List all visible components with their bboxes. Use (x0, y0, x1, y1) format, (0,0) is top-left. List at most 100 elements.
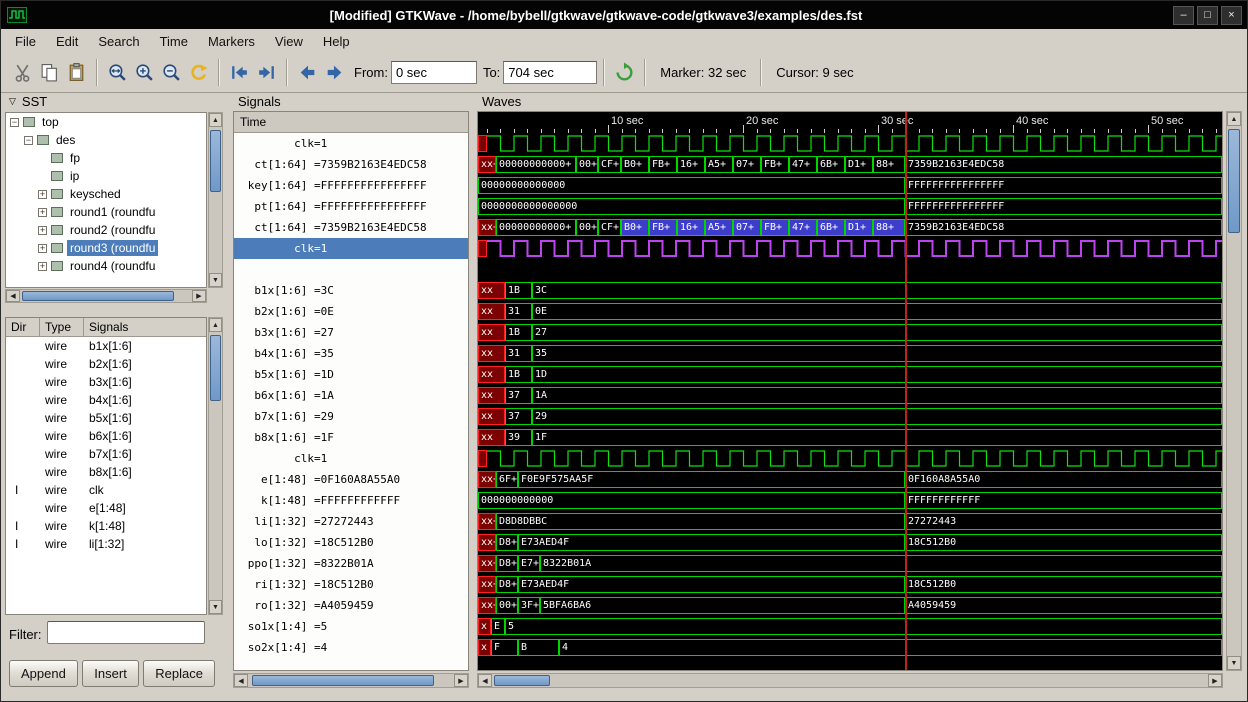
trace-label-lo-1-32[interactable]: lo[1:32] =18C512B0 (234, 532, 468, 553)
table-row-b2x-1-6[interactable]: wireb2x[1:6] (6, 355, 206, 373)
scroll-right-icon[interactable]: ▶ (454, 674, 468, 687)
wave-value-segment[interactable]: 1A (532, 387, 1222, 404)
wave-value-segment[interactable]: 00000000000000 (478, 177, 905, 194)
scroll-right-icon[interactable]: ▶ (192, 290, 206, 302)
column-header-type[interactable]: Type (40, 318, 84, 336)
copy-icon[interactable] (36, 59, 63, 86)
go-first-icon[interactable] (226, 59, 253, 86)
wave-value-segment[interactable]: x (478, 618, 491, 635)
trace-label-clk[interactable]: clk=1 (234, 448, 468, 469)
wave-value-segment[interactable]: xx+ (478, 597, 496, 614)
trace-label-b2x-1-6[interactable]: b2x[1:6] =0E (234, 301, 468, 322)
wave-value-segment[interactable]: xx (478, 303, 505, 320)
wave-value-segment[interactable]: 7359B2163E4EDC58 (905, 219, 1222, 236)
wave-value-segment[interactable]: E (491, 618, 505, 635)
wave-value-segment[interactable]: E73AED4F (518, 576, 905, 593)
wave-value-segment[interactable]: FFFFFFFFFFFF (905, 492, 1222, 509)
wave-value-segment[interactable]: A5+ (705, 156, 733, 173)
menu-view[interactable]: View (265, 31, 313, 52)
go-back-icon[interactable] (294, 59, 321, 86)
trace-wave-blank[interactable] (478, 259, 1222, 280)
wave-value-segment[interactable]: 6B+ (817, 219, 845, 236)
wave-value-segment[interactable]: D1+ (845, 156, 873, 173)
wave-value-segment[interactable]: 1F (532, 429, 1222, 446)
sst-tree-item-round2-roundfu[interactable]: +round2 (roundfu (6, 221, 206, 239)
wave-value-segment[interactable]: B0+ (621, 156, 649, 173)
table-row-b8x-1-6[interactable]: wireb8x[1:6] (6, 463, 206, 481)
trace-wave-b3x[interactable]: xx1B27 (478, 322, 1222, 343)
minimize-button[interactable]: – (1173, 6, 1194, 25)
wave-value-segment[interactable]: D8+ (496, 576, 518, 593)
waves-panel[interactable]: 10 sec20 sec30 sec40 sec50 sec xx+000000… (477, 111, 1223, 671)
scrollbar-track[interactable] (209, 332, 222, 600)
scroll-up-icon[interactable]: ▲ (1227, 112, 1241, 126)
collapse-icon[interactable]: − (10, 118, 19, 127)
scroll-down-icon[interactable]: ▼ (1227, 656, 1241, 670)
sst-tree-item-top[interactable]: −top (6, 113, 206, 131)
table-row-b7x-1-6[interactable]: wireb7x[1:6] (6, 445, 206, 463)
wave-value-segment[interactable]: F0E9F575AA5F (518, 471, 905, 488)
trace-wave-b2x[interactable]: xx310E (478, 301, 1222, 322)
wave-value-segment[interactable]: xx+ (478, 513, 496, 530)
trace-wave-clk[interactable] (478, 238, 1222, 259)
wave-value-segment[interactable]: 4 (559, 639, 1222, 656)
zoom-undo-icon[interactable] (185, 59, 212, 86)
wave-value-segment[interactable]: 35 (532, 345, 1222, 362)
go-forward-icon[interactable] (321, 59, 348, 86)
trace-label-k-1-48[interactable]: k[1:48] =FFFFFFFFFFFF (234, 490, 468, 511)
scrollbar-track[interactable] (1227, 126, 1241, 656)
sst-tree-horizontal-scrollbar[interactable]: ◀ ▶ (5, 289, 207, 303)
trace-wave-pt[interactable]: 0000000000000000FFFFFFFFFFFFFFFF (478, 196, 1222, 217)
sst-tree-item-keysched[interactable]: +keysched (6, 185, 206, 203)
wave-value-segment[interactable]: FB+ (761, 219, 789, 236)
wave-value-segment[interactable]: xx (478, 408, 505, 425)
trace-label-ct-1-64[interactable]: ct[1:64] =7359B2163E4EDC58 (234, 217, 468, 238)
wave-value-segment[interactable]: 39 (505, 429, 532, 446)
wave-value-segment[interactable]: 6F+ (496, 471, 518, 488)
wave-value-segment[interactable]: 0000000000000000 (478, 198, 905, 215)
trace-wave-li[interactable]: xx+D8D8DBBC27272443 (478, 511, 1222, 532)
trace-wave-b5x[interactable]: xx1B1D (478, 364, 1222, 385)
paste-icon[interactable] (63, 59, 90, 86)
filter-input[interactable] (47, 621, 205, 644)
trace-label-b4x-1-6[interactable]: b4x[1:6] =35 (234, 343, 468, 364)
expand-icon[interactable]: + (38, 226, 47, 235)
table-row-k-1-48[interactable]: Iwirek[1:48] (6, 517, 206, 535)
table-row-b6x-1-6[interactable]: wireb6x[1:6] (6, 427, 206, 445)
sst-tree-item-round4-roundfu[interactable]: +round4 (roundfu (6, 257, 206, 275)
wave-value-segment[interactable]: E7+ (518, 555, 540, 572)
trace-wave-b6x[interactable]: xx371A (478, 385, 1222, 406)
menu-edit[interactable]: Edit (46, 31, 88, 52)
menu-search[interactable]: Search (88, 31, 149, 52)
wave-value-segment[interactable]: B (518, 639, 559, 656)
scroll-up-icon[interactable]: ▲ (209, 113, 222, 127)
trace-wave-k[interactable]: 000000000000FFFFFFFFFFFF (478, 490, 1222, 511)
wave-value-segment[interactable]: FB+ (649, 219, 677, 236)
wave-value-segment[interactable]: 1B (505, 282, 532, 299)
signals-horizontal-scrollbar[interactable]: ◀ ▶ (233, 673, 469, 688)
trace-label-li-1-32[interactable]: li[1:32] =27272443 (234, 511, 468, 532)
trace-label-b1x-1-6[interactable]: b1x[1:6] =3C (234, 280, 468, 301)
wave-value-segment[interactable]: 6B+ (817, 156, 845, 173)
wave-value-segment[interactable]: x (478, 639, 491, 656)
wave-value-segment[interactable]: FB+ (649, 156, 677, 173)
trace-label-b3x-1-6[interactable]: b3x[1:6] =27 (234, 322, 468, 343)
wave-value-segment[interactable]: xx (478, 387, 505, 404)
wave-value-segment[interactable]: 07+ (733, 219, 761, 236)
wave-value-segment[interactable]: xx+ (478, 156, 496, 173)
wave-value-segment[interactable]: D1+ (845, 219, 873, 236)
wave-value-segment[interactable]: 00000000000+ (496, 156, 576, 173)
scrollbar-thumb[interactable] (22, 291, 174, 301)
wave-value-segment[interactable]: xx (478, 345, 505, 362)
sst-tree-item-round1-roundfu[interactable]: +round1 (roundfu (6, 203, 206, 221)
scroll-left-icon[interactable]: ◀ (6, 290, 20, 302)
cut-icon[interactable] (9, 59, 36, 86)
wave-value-segment[interactable]: xx (478, 429, 505, 446)
wave-value-segment[interactable]: 0F160A8A55A0 (905, 471, 1222, 488)
wave-value-segment[interactable]: 5BFA6BA6 (540, 597, 905, 614)
sst-tree-vertical-scrollbar[interactable]: ▲ ▼ (208, 112, 223, 288)
timeline[interactable]: 10 sec20 sec30 sec40 sec50 sec (478, 112, 1222, 133)
wave-body[interactable]: xx+00000000000+00+CF+B0+FB+16+A5+07+FB+4… (478, 133, 1222, 658)
wave-value-segment[interactable]: F (491, 639, 518, 656)
trace-label-b7x-1-6[interactable]: b7x[1:6] =29 (234, 406, 468, 427)
